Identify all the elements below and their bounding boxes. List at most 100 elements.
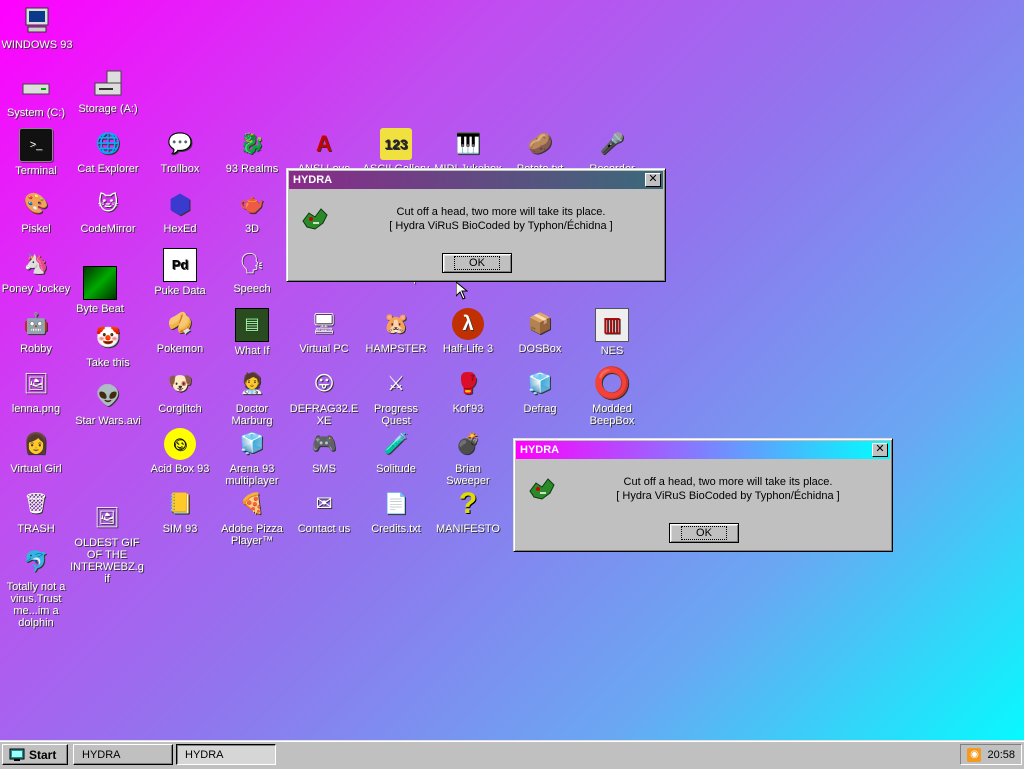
hard-drive-icon xyxy=(20,72,52,104)
desktop-icon-dosbox[interactable]: 📦 DOSBox xyxy=(504,308,576,355)
dialog-message: Cut off a head, two more will take its p… xyxy=(574,475,882,503)
desktop-icon-dolphin[interactable]: 🐬 Totally not a virus.Trust me...im a do… xyxy=(0,546,72,629)
hamster-icon: 🐹 xyxy=(383,313,409,335)
desktop-icon-star-wars-avi[interactable]: 👽 Star Wars.avi xyxy=(72,380,144,427)
ok-button[interactable]: OK xyxy=(669,523,739,543)
dialog-message: Cut off a head, two more will take its p… xyxy=(347,205,655,233)
desktop-icon-oldest-gif[interactable]: 🖼 OLDEST GIF OF THE INTERWEBZ.gif xyxy=(70,502,144,585)
hydra-icon xyxy=(302,208,328,230)
fighter-icon: 🥊 xyxy=(455,373,481,395)
desktop-icon-trash[interactable]: 🗑 TRASH xyxy=(0,488,72,535)
desktop-icon-terminal[interactable]: >_ Terminal xyxy=(0,128,72,177)
start-button[interactable]: Start xyxy=(2,744,68,765)
desktop-icon-trollbox[interactable]: 💬 Trollbox xyxy=(144,128,216,175)
taskbar-button-hydra-1[interactable]: HYDRA xyxy=(73,744,173,765)
question-mark-icon: ? xyxy=(458,487,478,520)
desktop-icon-corglitch[interactable]: 🐶 Corglitch xyxy=(144,368,216,415)
desktop-icon-progress-quest[interactable]: ⚔ Progress Quest xyxy=(360,368,432,427)
desktop-icon-nes[interactable]: ▥ NES xyxy=(576,308,648,357)
desktop-icon-take-this[interactable]: 🤡 Take this xyxy=(72,322,144,369)
desktop-icon-brian-sweeper[interactable]: 💣 Brian Sweeper xyxy=(432,428,504,487)
desktop-icon-contact-us[interactable]: ✉ Contact us xyxy=(288,488,360,535)
palette-icon: 🎨 xyxy=(23,193,49,215)
chat-bubble-icon: 💬 xyxy=(167,133,193,155)
hydra-dialog-1-titlebar[interactable]: HYDRA ✕ xyxy=(289,171,663,189)
message-line-2: [ Hydra ViRuS BioCoded by Typhon/Échidna… xyxy=(616,490,840,502)
desktop-icon-adobe-pizza-player[interactable]: 🍕 Adobe Pizza Player™ xyxy=(216,488,288,547)
desktop-icon-pokemon[interactable]: 🥠 Pokemon xyxy=(144,308,216,355)
desktop-icon-sms[interactable]: 🎮 SMS xyxy=(288,428,360,475)
desktop-icon-hexed[interactable]: ⬢ HexEd xyxy=(144,188,216,235)
desktop-icon-acid-box-93[interactable]: ☺ Acid Box 93 xyxy=(144,428,216,475)
desktop-icon-half-life-3[interactable]: λ Half-Life 3 xyxy=(432,308,504,355)
corgi-icon: 🐶 xyxy=(167,373,193,395)
desktop-icon-piskel[interactable]: 🎨 Piskel xyxy=(0,188,72,235)
desktop-icon-modded-beepbox[interactable]: ⭕ Modded BeepBox xyxy=(576,368,648,428)
taskbar-button-hydra-2[interactable]: HYDRA xyxy=(176,744,276,765)
doctor-icon: 🧑‍⚕ xyxy=(239,373,265,395)
desktop-icon-windows93[interactable]: WINDOWS 93 xyxy=(1,4,73,51)
piano-icon: 🎹 xyxy=(455,133,481,155)
desktop-icon-virtual-girl[interactable]: 👩 Virtual Girl xyxy=(0,428,72,475)
numbers-icon: 123 xyxy=(380,128,412,160)
woman-icon: 👩 xyxy=(23,433,49,455)
globe-icon: 🌐 xyxy=(95,133,121,155)
floppy-drive-icon xyxy=(92,68,124,100)
desktop-icon-puke-data[interactable]: Pd Puke Data xyxy=(144,248,216,297)
rss-feed-icon[interactable]: ◉ xyxy=(967,747,982,762)
desktop-icon-arena-93[interactable]: 🧊 Arena 93 multiplayer xyxy=(216,428,288,487)
blocks-icon: 🧊 xyxy=(527,373,553,395)
desktop-icon-system-c[interactable]: System (C:) xyxy=(0,72,72,119)
robot-icon: 🤖 xyxy=(23,313,49,335)
start-logo-icon xyxy=(9,748,25,761)
dragon-icon: 🐉 xyxy=(239,133,265,155)
desktop-icon-cat-explorer[interactable]: 🌐 Cat Explorer xyxy=(72,128,144,175)
desktop-icon-sim-93[interactable]: 📒 SIM 93 xyxy=(144,488,216,535)
swords-icon: ⚔ xyxy=(387,373,405,395)
desktop-icon-defrag32-exe[interactable]: 😛 DEFRAG32.EXE xyxy=(288,368,360,427)
desktop: WINDOWS 93 System (C:) Storage (A:) >_ T… xyxy=(0,0,1024,740)
desktop-icon-virtual-pc[interactable]: 🖥 Virtual PC xyxy=(288,308,360,355)
hydra-dialog-2-titlebar[interactable]: HYDRA ✕ xyxy=(516,441,890,459)
close-button[interactable]: ✕ xyxy=(645,173,661,187)
message-line-2: [ Hydra ViRuS BioCoded by Typhon/Échidna… xyxy=(389,220,613,232)
mouse-cursor-icon xyxy=(456,282,468,300)
desktop-icon-hampster[interactable]: 🐹 HAMPSTER xyxy=(360,308,432,355)
desktop-icon-codemirror[interactable]: 🐱 CodeMirror xyxy=(72,188,144,235)
desktop-icon-manifesto[interactable]: ? MANIFESTO xyxy=(432,487,504,536)
desktop-icon-93-realms[interactable]: 🐉 93 Realms xyxy=(216,128,288,175)
box-icon: 📦 xyxy=(527,313,553,335)
desktop-icon-storage-a[interactable]: Storage (A:) xyxy=(72,68,144,115)
hydra-dialog-1[interactable]: HYDRA ✕ Cut off a head, two more will ta… xyxy=(286,168,666,282)
desktop-icon-defrag[interactable]: 🧊 Defrag xyxy=(504,368,576,415)
pd-icon: Pd xyxy=(163,248,197,282)
message-line-1: Cut off a head, two more will take its p… xyxy=(396,206,606,218)
gamepad-icon: 🎮 xyxy=(311,433,337,455)
pizza-icon: 🍕 xyxy=(239,493,265,515)
microphone-icon: 🎤 xyxy=(599,133,625,155)
message-line-1: Cut off a head, two more will take its p… xyxy=(623,476,833,488)
desktop-icon-robby[interactable]: 🤖 Robby xyxy=(0,308,72,355)
desktop-icon-solitude[interactable]: 🧪 Solitude xyxy=(360,428,432,475)
ok-button[interactable]: OK xyxy=(442,253,512,273)
desktop-icon-byte-beat[interactable]: Byte Beat xyxy=(64,266,136,315)
potato-icon: 🥔 xyxy=(527,133,553,155)
close-button[interactable]: ✕ xyxy=(872,443,888,457)
cookie-icon: 🥠 xyxy=(167,313,193,335)
desktop-icon-3d[interactable]: 🫖 3D xyxy=(216,188,288,235)
notebook-icon: 📒 xyxy=(167,493,193,515)
envelope-icon: ✉ xyxy=(315,493,333,515)
desktop-icon-credits-txt[interactable]: 📄 Credits.txt xyxy=(360,488,432,535)
clown-icon: 🤡 xyxy=(95,327,121,349)
clock: 20:58 xyxy=(987,748,1015,761)
desktop-icon-doctor-marburg[interactable]: 🧑‍⚕ Doctor Marburg xyxy=(216,368,288,427)
desktop-icon-kof93[interactable]: 🥊 Kof'93 xyxy=(432,368,504,415)
desktop-icon-what-if[interactable]: ▤ What If xyxy=(216,308,288,357)
yoda-icon: 👽 xyxy=(95,385,121,407)
dolphin-icon: 🐬 xyxy=(23,551,49,573)
hydra-dialog-2[interactable]: HYDRA ✕ Cut off a head, two more will ta… xyxy=(513,438,893,552)
waveform-icon xyxy=(83,266,117,300)
desktop-icon-poney-jockey[interactable]: 🦄 Poney Jockey xyxy=(0,248,72,295)
desktop-icon-lenna-png[interactable]: 🖼 lenna.png xyxy=(0,368,72,415)
desktop-icon-speech[interactable]: 🗣 Speech xyxy=(216,248,288,295)
